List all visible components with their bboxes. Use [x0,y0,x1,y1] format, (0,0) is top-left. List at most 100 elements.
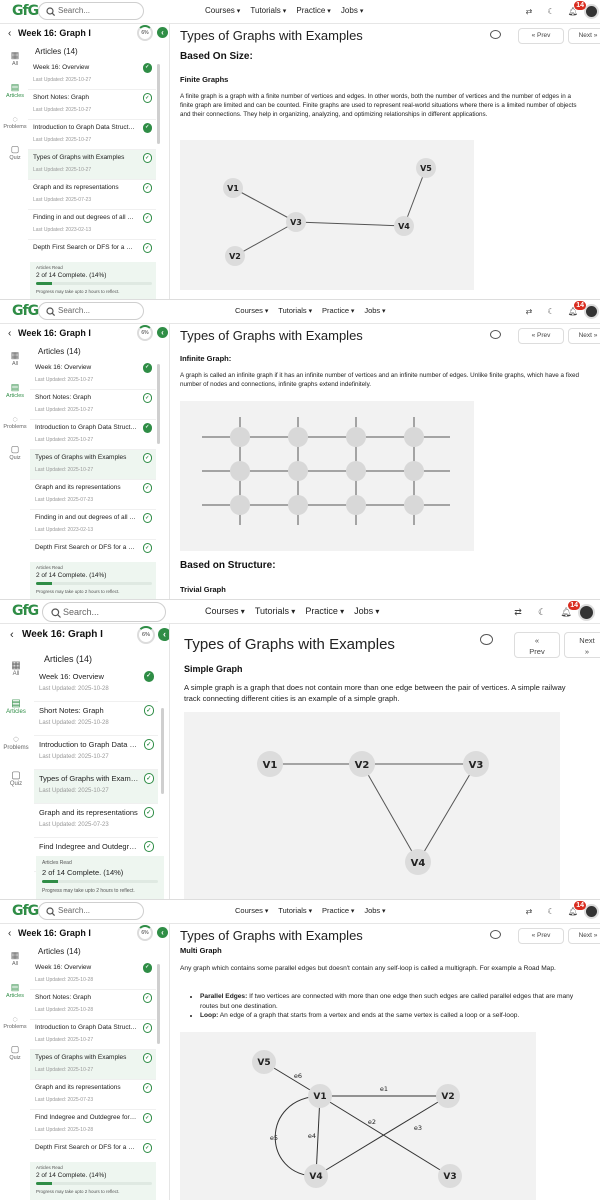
list-item[interactable]: Short Notes: Graph Last Updated: 2025-10-… [30,990,156,1020]
collapse-sidebar-button[interactable]: ‹ [158,628,169,641]
article-scrollbar[interactable] [157,364,160,444]
list-item[interactable]: Depth First Search or DFS for a Gra... ✓ [30,1140,156,1160]
list-item[interactable]: Short Notes: Graph Last Updated: 2025-10-… [34,702,158,736]
list-item[interactable]: Graph and its representations Last Update… [28,180,156,210]
list-item[interactable]: Introduction to Graph Data Structure Last… [30,1020,156,1050]
list-item[interactable]: Short Notes: Graph Last Updated: 2025-10-… [30,390,156,420]
nav-tutorials[interactable]: Tutorials [278,306,312,315]
search-input[interactable]: Search... [38,302,144,320]
list-item[interactable]: Finding in and out degrees of all ver...… [28,210,156,240]
rail-quiz[interactable]: ▢ Quiz [0,1044,30,1061]
next-button[interactable]: Next » [568,28,600,44]
next-button[interactable]: Next » [568,928,600,944]
list-item[interactable]: Week 16: Overview Last Updated: 2025-10-2… [28,60,156,90]
rail-articles[interactable]: ▤ Articles [0,82,30,99]
dark-mode-icon[interactable]: ☾ [544,907,558,916]
article-scrollbar[interactable] [157,964,160,1044]
prev-button[interactable]: «Prev [514,632,560,658]
gfg-logo[interactable]: GfG [12,903,39,919]
next-button[interactable]: Next» [564,632,600,658]
rail-quiz[interactable]: ▢ Quiz [0,144,30,161]
bell-icon[interactable]: 🔔︎ 14 [566,901,586,916]
nav-courses[interactable]: Courses [205,606,245,616]
list-item[interactable]: Introduction to Graph Data Structure Last… [28,120,156,150]
prev-button[interactable]: « Prev [518,28,564,44]
gfg-logo[interactable]: GfG [12,303,39,319]
list-item[interactable]: Types of Graphs with Examples Last Update… [30,1050,156,1080]
nav-practice[interactable]: Practice [305,606,344,616]
collapse-sidebar-button[interactable]: ‹ [157,327,168,338]
rail-problems[interactable]: ◌ Problems [0,114,30,130]
gfg-logo[interactable]: GfG [12,3,39,19]
nav-courses[interactable]: Courses [235,906,268,915]
rail-all[interactable]: ▦ All [0,50,30,67]
list-item[interactable]: Week 16: Overview Last Updated: 2025-10-2… [30,360,156,390]
nav-courses[interactable]: Courses [205,6,240,15]
rail-quiz[interactable]: ▢ Quiz [0,770,32,787]
back-arrow-icon[interactable]: ‹ [10,629,14,641]
nav-courses[interactable]: Courses [235,306,268,315]
bell-icon[interactable]: 🔔︎ 14 [566,301,586,316]
nav-tutorials[interactable]: Tutorials [250,6,286,15]
translate-icon[interactable]: ⇄ [522,307,536,316]
list-item[interactable]: Types of Graphs with Examples Last Update… [30,450,156,480]
list-item[interactable]: Depth First Search or DFS for a Gra... ✓ [30,540,156,560]
list-item[interactable]: Find Indegree and Outdegree for all... La… [30,1110,156,1140]
list-item[interactable]: Types of Graphs with Examples Last Update… [28,150,156,180]
translate-icon[interactable]: ⇄ [522,907,536,916]
collapse-sidebar-button[interactable]: ‹ [157,27,168,38]
nav-practice[interactable]: Practice [322,906,354,915]
bell-icon[interactable]: 🔔︎ 14 [566,1,586,16]
nav-jobs[interactable]: Jobs [341,6,364,15]
translate-icon[interactable]: ⇄ [522,7,536,16]
rail-articles[interactable]: ▤ Articles [0,382,30,399]
next-button[interactable]: Next » [568,328,600,344]
list-item[interactable]: Week 16: Overview Last Updated: 2025-10-2… [34,668,158,702]
rail-articles[interactable]: ▤ Articles [0,698,32,715]
search-input[interactable]: Search... [38,2,144,20]
nav-tutorials[interactable]: Tutorials [255,606,296,616]
list-item[interactable]: Graph and its representations Last Update… [30,1080,156,1110]
back-arrow-icon[interactable]: ‹ [8,928,11,939]
avatar[interactable] [584,4,599,19]
translate-icon[interactable]: ⇄ [510,607,526,618]
nav-jobs[interactable]: Jobs [364,306,385,315]
prev-button[interactable]: « Prev [518,328,564,344]
rail-problems[interactable]: ◌ Problems [0,1014,30,1030]
rail-articles[interactable]: ▤ Articles [0,982,30,999]
avatar[interactable] [578,604,595,621]
list-item[interactable]: Short Notes: Graph Last Updated: 2025-10-… [28,90,156,120]
dark-mode-icon[interactable]: ☾ [544,7,558,16]
list-item[interactable]: Week 16: Overview Last Updated: 2025-10-2… [30,960,156,990]
search-input[interactable]: Search... [42,602,166,622]
rail-all[interactable]: ▦ All [0,350,30,367]
list-item[interactable]: Graph and its representations Last Update… [30,480,156,510]
back-arrow-icon[interactable]: ‹ [8,28,11,39]
list-item[interactable]: Types of Graphs with Examples Last Update… [34,770,158,804]
list-item[interactable]: Introduction to Graph Data Str... Last Up… [34,736,158,770]
article-scrollbar[interactable] [161,708,164,794]
prev-button[interactable]: « Prev [518,928,564,944]
gfg-logo[interactable]: GfG [12,603,39,619]
list-item[interactable]: Graph and its representations Last Update… [34,804,158,838]
dark-mode-icon[interactable]: ☾ [534,607,550,618]
bell-icon[interactable]: 🔔︎ 14 [558,601,580,618]
comment-icon[interactable] [480,634,493,645]
rail-all[interactable]: ▦ All [0,950,30,967]
comment-icon[interactable] [490,30,501,39]
dark-mode-icon[interactable]: ☾ [544,307,558,316]
list-item[interactable]: Depth First Search or DFS for a Gra... ✓ [28,240,156,260]
rail-quiz[interactable]: ▢ Quiz [0,444,30,461]
article-scrollbar[interactable] [157,64,160,144]
collapse-sidebar-button[interactable]: ‹ [157,927,168,938]
avatar[interactable] [584,904,599,919]
avatar[interactable] [584,304,599,319]
nav-practice[interactable]: Practice [296,6,331,15]
nav-tutorials[interactable]: Tutorials [278,906,312,915]
nav-jobs[interactable]: Jobs [354,606,379,616]
nav-jobs[interactable]: Jobs [364,906,385,915]
rail-problems[interactable]: ◌ Problems [0,734,32,751]
search-input[interactable]: Search... [38,902,144,920]
comment-icon[interactable] [490,330,501,339]
back-arrow-icon[interactable]: ‹ [8,328,11,339]
